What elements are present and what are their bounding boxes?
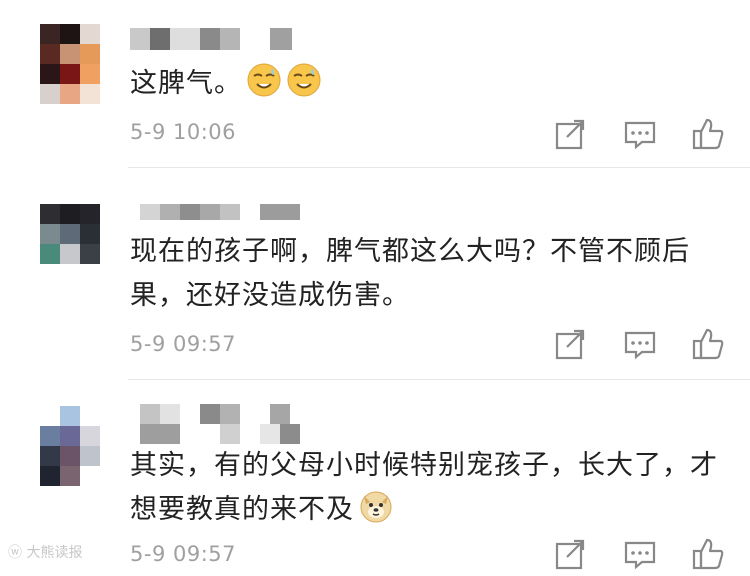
comment-icon[interactable] bbox=[622, 536, 658, 572]
sweat-smile-emoji-icon bbox=[286, 62, 322, 98]
comment-item: 这脾气。 5-9 10:06 bbox=[0, 0, 750, 168]
username-blurred[interactable] bbox=[130, 204, 310, 220]
comment-text: 其实，有的父母小时候特别宠孩子，长大了，才想要教真的来不及 bbox=[130, 444, 720, 532]
comment-icon[interactable] bbox=[622, 326, 658, 362]
comment-text-content: 现在的孩子啊，脾气都这么大吗？不管不顾后果，还好没造成伤害。 bbox=[130, 236, 690, 311]
watermark-icon: ⓦ bbox=[8, 545, 22, 561]
watermark-text: 大熊读报 bbox=[26, 545, 83, 561]
username-blurred[interactable] bbox=[130, 404, 310, 444]
like-icon[interactable] bbox=[690, 536, 726, 572]
avatar[interactable] bbox=[40, 24, 100, 104]
comment-time: 5-9 09:57 bbox=[130, 542, 236, 566]
watermark: ⓦ 大熊读报 bbox=[8, 542, 82, 562]
avatar[interactable] bbox=[40, 204, 100, 268]
like-icon[interactable] bbox=[690, 116, 726, 152]
comment-time: 5-9 10:06 bbox=[130, 120, 236, 144]
comment-time: 5-9 09:57 bbox=[130, 332, 236, 356]
comment-item: 其实，有的父母小时候特别宠孩子，长大了，才想要教真的来不及 5-9 09:57 bbox=[0, 380, 750, 570]
share-icon[interactable] bbox=[552, 116, 588, 152]
comment-item: 现在的孩子啊，脾气都这么大吗？不管不顾后果，还好没造成伤害。 5-9 09:57 bbox=[0, 168, 750, 380]
comment-actions bbox=[550, 326, 730, 366]
comment-actions bbox=[550, 536, 730, 576]
comment-text-content: 这脾气。 bbox=[130, 68, 242, 99]
share-icon[interactable] bbox=[552, 326, 588, 362]
comment-text: 现在的孩子啊，脾气都这么大吗？不管不顾后果，还好没造成伤害。 bbox=[130, 230, 720, 318]
username-blurred[interactable] bbox=[130, 28, 300, 50]
comment-text-content: 其实，有的父母小时候特别宠孩子，长大了，才想要教真的来不及 bbox=[130, 450, 718, 525]
like-icon[interactable] bbox=[690, 326, 726, 362]
comment-icon[interactable] bbox=[622, 116, 658, 152]
share-icon[interactable] bbox=[552, 536, 588, 572]
doge-emoji-icon bbox=[358, 488, 394, 524]
sweat-smile-emoji-icon bbox=[246, 62, 282, 98]
comment-text: 这脾气。 bbox=[130, 62, 720, 106]
avatar[interactable] bbox=[40, 406, 100, 486]
comment-actions bbox=[550, 116, 730, 156]
